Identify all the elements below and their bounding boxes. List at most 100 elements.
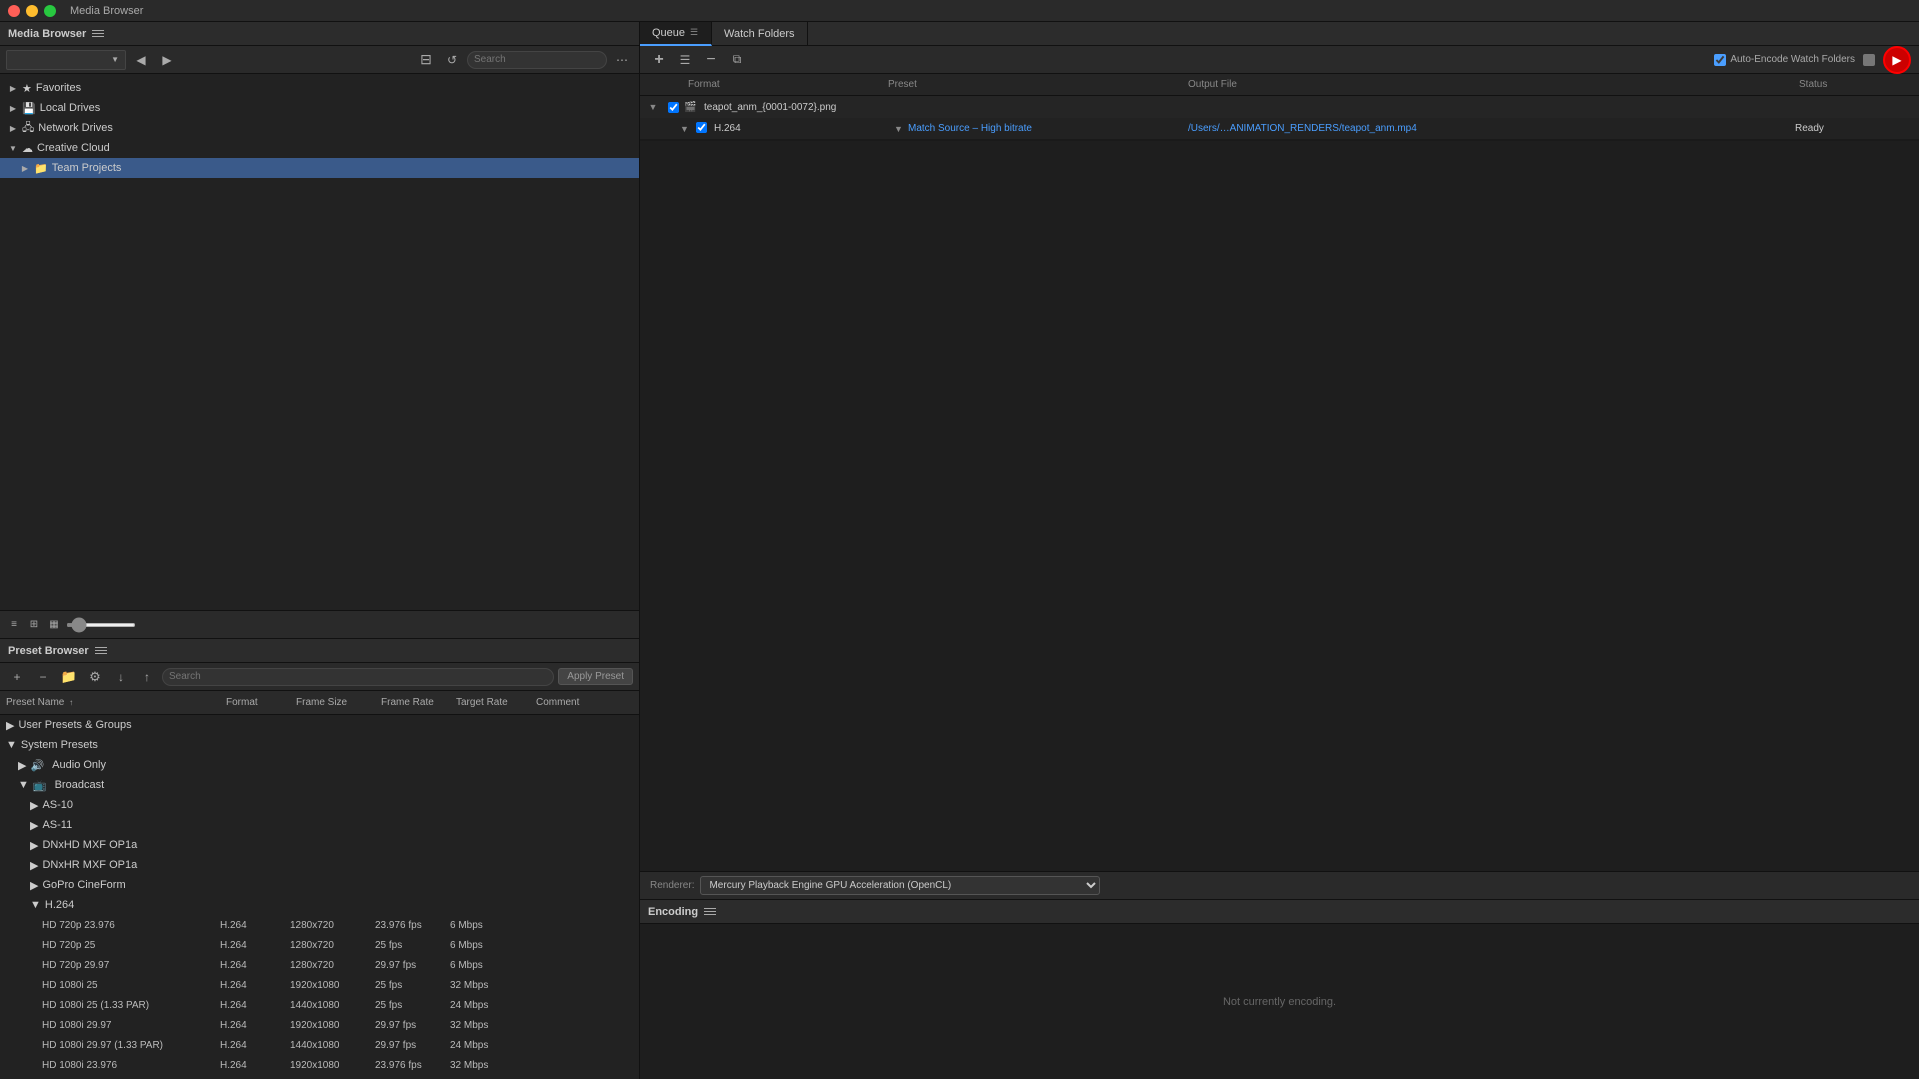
close-button[interactable] (8, 5, 20, 17)
encoding-status: Not currently encoding. (640, 924, 1919, 1079)
group-dnxhr[interactable]: ▶ DNxHR MXF OP1a (0, 855, 639, 875)
queue-area: Queue ☰ Watch Folders + ☰ − ⧉ Auto-Encod… (640, 22, 1919, 871)
qcol-output: Output File (1184, 79, 1795, 90)
group-user-presets[interactable]: ▶ User Presets & Groups (0, 715, 639, 735)
start-encode-button[interactable]: ▶ (1883, 46, 1911, 74)
remove-preset-button[interactable]: − (32, 667, 54, 687)
media-footer: ≡ ⊞ ▦ (0, 610, 639, 638)
group-gopro[interactable]: ▶ GoPro CineForm (0, 875, 639, 895)
tree-item-local-drives[interactable]: ▶ 💾 Local Drives (0, 98, 639, 118)
duplicate-item-button[interactable]: ⧉ (726, 50, 748, 70)
team-projects-label: Team Projects (52, 162, 122, 174)
tree-item-favorites[interactable]: ▶ ★ Favorites (0, 78, 639, 98)
add-item-button[interactable]: + (648, 50, 670, 70)
more-options-button[interactable]: ⋯ (611, 50, 633, 70)
queue-settings-button[interactable]: ☰ (674, 50, 696, 70)
queue-item-teapot-header[interactable]: ▼ 🎬 teapot_anm_{0001-0072}.png (640, 96, 1919, 118)
settings-preset-button[interactable]: ⚙ (84, 667, 106, 687)
preset-row[interactable]: HD 1080i 25 H.264 1920x1080 25 fps 32 Mb… (0, 975, 639, 995)
local-drives-label: Local Drives (40, 102, 101, 114)
remove-item-button[interactable]: − (700, 50, 722, 70)
queue-item-teapot: ▼ 🎬 teapot_anm_{0001-0072}.png ▼ H.2 (640, 96, 1919, 141)
group-broadcast[interactable]: ▼ 📺 Broadcast (0, 775, 639, 795)
renderer-bar: Renderer: Mercury Playback Engine GPU Ac… (640, 871, 1919, 899)
media-search-input[interactable] (467, 51, 607, 69)
subitem-output[interactable]: /Users/…ANIMATION_RENDERS/teapot_anm.mp4 (1188, 123, 1795, 134)
qcol-preset: Preset (884, 79, 1184, 90)
preset-row[interactable]: HD 1080i 29.97 H.264 1920x1080 29.97 fps… (0, 1015, 639, 1035)
teapot-expand-icon[interactable]: ▼ (644, 102, 662, 112)
tree-item-creative-cloud[interactable]: ▼ ☁ Creative Cloud (0, 138, 639, 158)
tree-item-team-projects[interactable]: ▶ 📁 Team Projects (0, 158, 639, 178)
preset-row[interactable]: HD 1080i 25 (1.33 PAR) H.264 1440x1080 2… (0, 995, 639, 1015)
queue-tab-bar: Queue ☰ Watch Folders (640, 22, 1919, 46)
import-preset-button[interactable]: ↓ (110, 667, 132, 687)
minimize-button[interactable] (26, 5, 38, 17)
renderer-label: Renderer: (650, 880, 694, 891)
subitem-expand-icon[interactable]: ▼ (680, 124, 696, 134)
grid-view-button[interactable]: ⊞ (26, 617, 42, 633)
team-projects-arrow: ▶ (20, 163, 30, 173)
apply-preset-button[interactable]: Apply Preset (558, 668, 633, 685)
qcol-status: Status (1795, 79, 1915, 90)
queue-subitem-h264[interactable]: ▼ H.264 ▼ Match Source – High bitrate /U… (640, 118, 1919, 140)
group-audio-only[interactable]: ▶ 🔊 Audio Only (0, 755, 639, 775)
stop-button[interactable] (1863, 54, 1875, 66)
filter-button[interactable]: ⊟ (415, 50, 437, 70)
zoom-slider[interactable] (66, 623, 136, 627)
nav-back-button[interactable]: ◀ (130, 50, 152, 70)
tab-watch-folders[interactable]: Watch Folders (712, 22, 808, 46)
preset-browser-title: Preset Browser (8, 645, 89, 657)
thumb-view-button[interactable]: ▦ (46, 617, 62, 633)
renderer-select[interactable]: Mercury Playback Engine GPU Acceleration… (700, 876, 1100, 895)
network-drives-label: Network Drives (38, 122, 113, 134)
group-system-presets[interactable]: ▼ System Presets (0, 735, 639, 755)
queue-tab-menu-icon[interactable]: ☰ (689, 28, 699, 38)
refresh-button[interactable]: ↺ (441, 50, 463, 70)
group-as11[interactable]: ▶ AS-11 (0, 815, 639, 835)
teapot-filename: teapot_anm_{0001-0072}.png (702, 102, 1915, 113)
nav-forward-button[interactable]: ▶ (156, 50, 178, 70)
auto-encode-label: Auto-Encode Watch Folders (1714, 54, 1855, 66)
preset-search-input[interactable] (162, 668, 554, 686)
maximize-button[interactable] (44, 5, 56, 17)
preset-row[interactable]: HD 720p 23.976 H.264 1280x720 23.976 fps… (0, 915, 639, 935)
preset-row[interactable]: HD 720p 25 H.264 1280x720 25 fps 6 Mbps (0, 935, 639, 955)
encoding-menu-icon[interactable] (704, 905, 718, 919)
preset-row[interactable]: HD 720p 29.97 H.264 1280x720 29.97 fps 6… (0, 955, 639, 975)
group-h264[interactable]: ▼ H.264 (0, 895, 639, 915)
preset-row[interactable]: HD 1080i 23.976 (1.33 PAR) H.264 1440x10… (0, 1075, 639, 1079)
export-preset-button[interactable]: ↑ (136, 667, 158, 687)
gopro-label: GoPro CineForm (42, 879, 125, 891)
group-as10[interactable]: ▶ AS-10 (0, 795, 639, 815)
media-browser-header: Media Browser (0, 22, 639, 46)
folder-button[interactable]: 📁 (58, 667, 80, 687)
preset-row[interactable]: HD 1080i 29.97 (1.33 PAR) H.264 1440x108… (0, 1035, 639, 1055)
left-panel: Media Browser ▼ ◀ ▶ ⊟ ↺ ⋯ (0, 22, 640, 1079)
group-dnxhd[interactable]: ▶ DNxHD MXF OP1a (0, 835, 639, 855)
subitem-checkbox[interactable] (696, 122, 707, 133)
as11-label: AS-11 (42, 819, 72, 831)
subitem-status: Ready (1795, 123, 1915, 134)
auto-encode-checkbox[interactable] (1714, 54, 1726, 66)
tree-item-network-drives[interactable]: ▶ 🖧 Network Drives (0, 118, 639, 138)
queue-content: ▼ 🎬 teapot_anm_{0001-0072}.png ▼ H.2 (640, 96, 1919, 871)
col-header-format: Format (220, 697, 290, 708)
favorites-label: Favorites (36, 82, 81, 94)
dnxhr-label: DNxHR MXF OP1a (42, 859, 137, 871)
media-location-dropdown[interactable]: ▼ (6, 50, 126, 70)
preset-browser-header: Preset Browser (0, 639, 639, 663)
preset-row[interactable]: HD 1080i 23.976 H.264 1920x1080 23.976 f… (0, 1055, 639, 1075)
preset-browser-menu-icon[interactable] (95, 644, 109, 658)
local-drives-arrow: ▶ (8, 103, 18, 113)
right-panel: Queue ☰ Watch Folders + ☰ − ⧉ Auto-Encod… (640, 22, 1919, 1079)
media-browser-menu-icon[interactable] (92, 27, 106, 41)
list-view-button[interactable]: ≡ (6, 617, 22, 633)
col-header-targetrate: Target Rate (450, 697, 530, 708)
qcol-format: Format (684, 79, 884, 90)
add-preset-button[interactable]: + (6, 667, 28, 687)
teapot-checkbox[interactable] (668, 102, 679, 113)
tab-queue[interactable]: Queue ☰ (640, 22, 712, 46)
subitem-format: H.264 (714, 123, 894, 134)
subitem-preset[interactable]: Match Source – High bitrate (908, 123, 1188, 134)
